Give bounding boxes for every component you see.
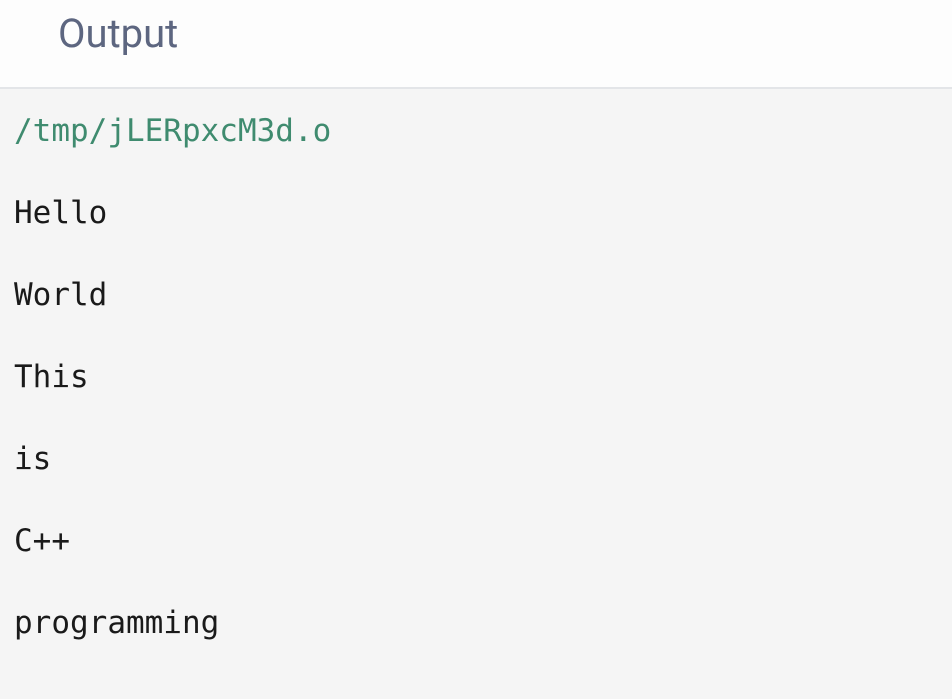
output-line: programming <box>14 599 938 647</box>
output-line: C++ <box>14 517 938 565</box>
output-line: World <box>14 271 938 319</box>
output-file-path: /tmp/jLERpxcM3d.o <box>14 107 938 155</box>
output-area: /tmp/jLERpxcM3d.o Hello World This is C+… <box>0 89 952 665</box>
output-title: Output <box>58 10 952 57</box>
output-line: This <box>14 353 938 401</box>
output-line: is <box>14 435 938 483</box>
output-line: Hello <box>14 189 938 237</box>
output-header: Output <box>0 0 952 89</box>
